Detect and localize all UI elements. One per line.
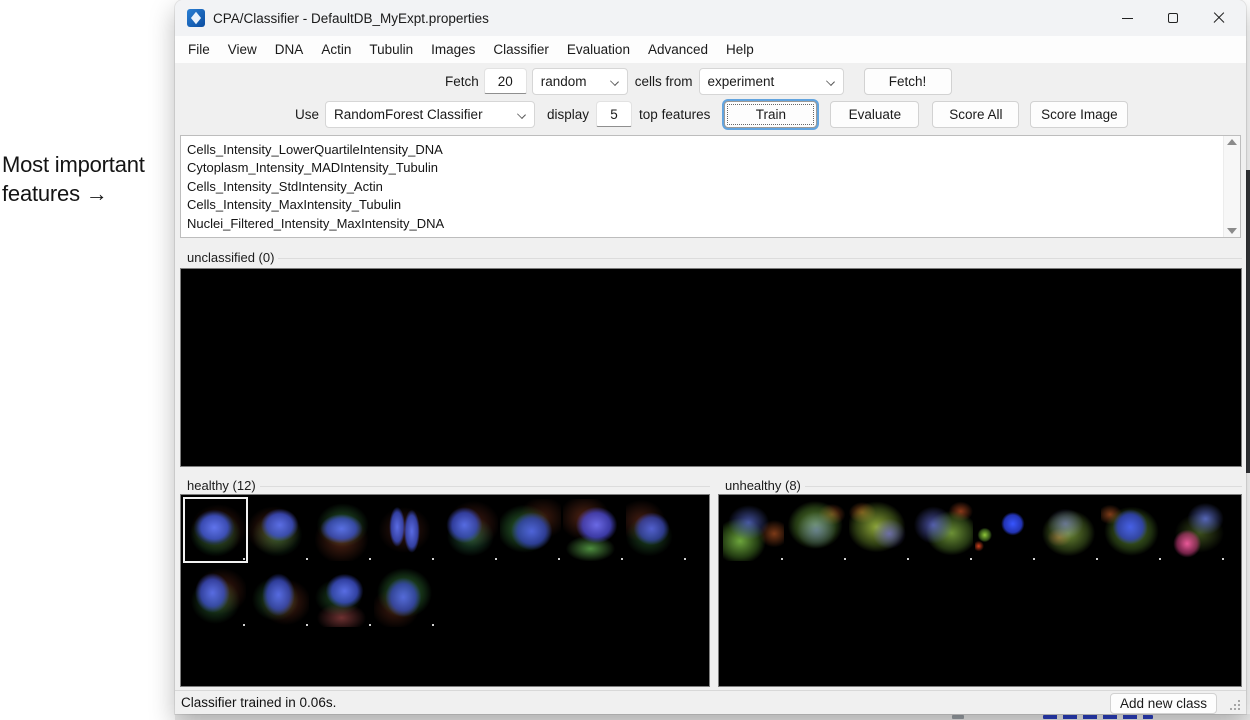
fetch-order-dropdown[interactable]: random [532, 68, 628, 95]
score-image-button[interactable]: Score Image [1030, 101, 1128, 128]
healthy-cell-tile[interactable] [185, 565, 246, 627]
fetch-order-value: random [541, 74, 587, 89]
healthy-bin[interactable] [180, 494, 710, 687]
healthy-group-header: healthy (12) [180, 478, 710, 493]
add-new-class-button[interactable]: Add new class [1110, 693, 1217, 714]
resize-grip[interactable] [1228, 698, 1241, 711]
background-strip-text-fragment [1043, 715, 1153, 719]
unclassified-group-header: unclassified (0) [180, 250, 1242, 265]
fetch-source-value: experiment [708, 74, 775, 89]
minimize-icon [1122, 18, 1133, 19]
group-divider [278, 258, 1242, 259]
group-divider [260, 486, 710, 487]
classifier-value: RandomForest Classifier [334, 107, 483, 122]
window-controls [1104, 0, 1242, 36]
background-window-bottom-strip [175, 714, 1250, 720]
annotation-line2: features → [2, 179, 145, 208]
annotation-line1: Most important [2, 150, 145, 179]
fetch-controls-row: Fetch random cells from experiment Fetch… [445, 67, 952, 95]
group-divider [805, 486, 1242, 487]
unhealthy-bin[interactable] [718, 494, 1242, 687]
chevron-down-icon [610, 77, 619, 86]
evaluate-button[interactable]: Evaluate [830, 101, 919, 128]
scroll-down-icon[interactable] [1227, 228, 1237, 234]
train-controls-row: Use RandomForest Classifier display top … [295, 100, 1128, 128]
cpa-classifier-window: CPA/Classifier - DefaultDB_MyExpt.proper… [175, 0, 1246, 714]
healthy-label: healthy (12) [180, 478, 260, 493]
close-icon [1213, 12, 1225, 24]
unhealthy-cell-tile[interactable] [975, 499, 1036, 561]
app-icon [187, 9, 205, 27]
unhealthy-cell-tile[interactable] [849, 499, 910, 561]
maximize-button[interactable] [1150, 0, 1196, 36]
menu-bar: FileViewDNAActinTubulinImagesClassifierE… [175, 36, 1246, 63]
feature-list-item[interactable]: Cells_Intensity_MaxIntensity_Tubulin [187, 196, 1223, 214]
titlebar[interactable]: CPA/Classifier - DefaultDB_MyExpt.proper… [175, 0, 1246, 36]
important-features-list[interactable]: Cells_Intensity_LowerQuartileIntensity_D… [180, 135, 1241, 238]
maximize-icon [1168, 13, 1178, 23]
healthy-cell-tile[interactable] [311, 499, 372, 561]
score-all-button[interactable]: Score All [932, 101, 1019, 128]
unhealthy-group-header: unhealthy (8) [718, 478, 1242, 493]
healthy-cell-tile[interactable] [374, 565, 435, 627]
use-label: Use [295, 107, 319, 122]
classifier-dropdown[interactable]: RandomForest Classifier [325, 101, 535, 128]
menu-item-advanced[interactable]: Advanced [639, 36, 717, 63]
healthy-cell-tile[interactable] [563, 499, 624, 561]
menu-item-view[interactable]: View [219, 36, 266, 63]
chevron-down-icon [826, 77, 835, 86]
fetch-count-input[interactable] [484, 68, 527, 94]
screenshot-root: Most important features → CPA/Classifier… [0, 0, 1250, 720]
display-label: display [547, 107, 589, 122]
healthy-cell-tile[interactable] [248, 499, 309, 561]
window-title: CPA/Classifier - DefaultDB_MyExpt.proper… [213, 11, 489, 26]
train-button[interactable]: Train [724, 101, 817, 128]
minimize-button[interactable] [1104, 0, 1150, 36]
menu-item-file[interactable]: File [179, 36, 219, 63]
fetch-source-dropdown[interactable]: experiment [699, 68, 844, 95]
healthy-cell-tile[interactable] [185, 499, 246, 561]
healthy-cell-tile[interactable] [374, 499, 435, 561]
unhealthy-cell-tile[interactable] [786, 499, 847, 561]
fetch-button[interactable]: Fetch! [864, 68, 952, 95]
unclassified-bin[interactable] [180, 268, 1242, 467]
unhealthy-cell-tile[interactable] [1101, 499, 1162, 561]
unclassified-label: unclassified (0) [180, 250, 278, 265]
menu-item-evaluation[interactable]: Evaluation [558, 36, 639, 63]
menu-item-tubulin[interactable]: Tubulin [360, 36, 422, 63]
menu-item-classifier[interactable]: Classifier [484, 36, 558, 63]
background-strip-fragment [952, 715, 964, 719]
healthy-cell-tile[interactable] [248, 565, 309, 627]
top-features-label: top features [639, 107, 710, 122]
menu-item-help[interactable]: Help [717, 36, 763, 63]
healthy-cell-tile[interactable] [311, 565, 372, 627]
menu-item-dna[interactable]: DNA [266, 36, 313, 63]
healthy-cell-tile[interactable] [500, 499, 561, 561]
menu-item-images[interactable]: Images [422, 36, 484, 63]
feature-list-item[interactable]: Cells_Intensity_LowerQuartileIntensity_D… [187, 141, 1223, 159]
unhealthy-cell-tile[interactable] [912, 499, 973, 561]
unhealthy-cell-tile[interactable] [1038, 499, 1099, 561]
feature-list-item[interactable]: Nuclei_Filtered_Intensity_MaxIntensity_D… [187, 215, 1223, 233]
feature-list-item[interactable]: Cytoplasm_Intensity_MADIntensity_Tubulin [187, 159, 1223, 177]
status-bar: Classifier trained in 0.06s. Add new cla… [175, 690, 1246, 714]
close-button[interactable] [1196, 0, 1242, 36]
unhealthy-cell-tile[interactable] [1164, 499, 1225, 561]
chevron-down-icon [517, 110, 526, 119]
scroll-up-icon[interactable] [1227, 139, 1237, 145]
features-items: Cells_Intensity_LowerQuartileIntensity_D… [181, 136, 1223, 237]
menu-item-actin[interactable]: Actin [312, 36, 360, 63]
feature-list-item[interactable]: Cells_Intensity_StdIntensity_Actin [187, 178, 1223, 196]
fetch-label: Fetch [445, 74, 479, 89]
healthy-cell-tile[interactable] [437, 499, 498, 561]
features-scrollbar[interactable] [1223, 136, 1240, 237]
status-message: Classifier trained in 0.06s. [181, 695, 336, 710]
unhealthy-cell-tile[interactable] [723, 499, 784, 561]
annotation-most-important-features: Most important features → [2, 150, 145, 208]
healthy-cell-tile[interactable] [626, 499, 687, 561]
unhealthy-label: unhealthy (8) [718, 478, 805, 493]
display-count-input[interactable] [596, 101, 632, 127]
cells-from-label: cells from [635, 74, 693, 89]
